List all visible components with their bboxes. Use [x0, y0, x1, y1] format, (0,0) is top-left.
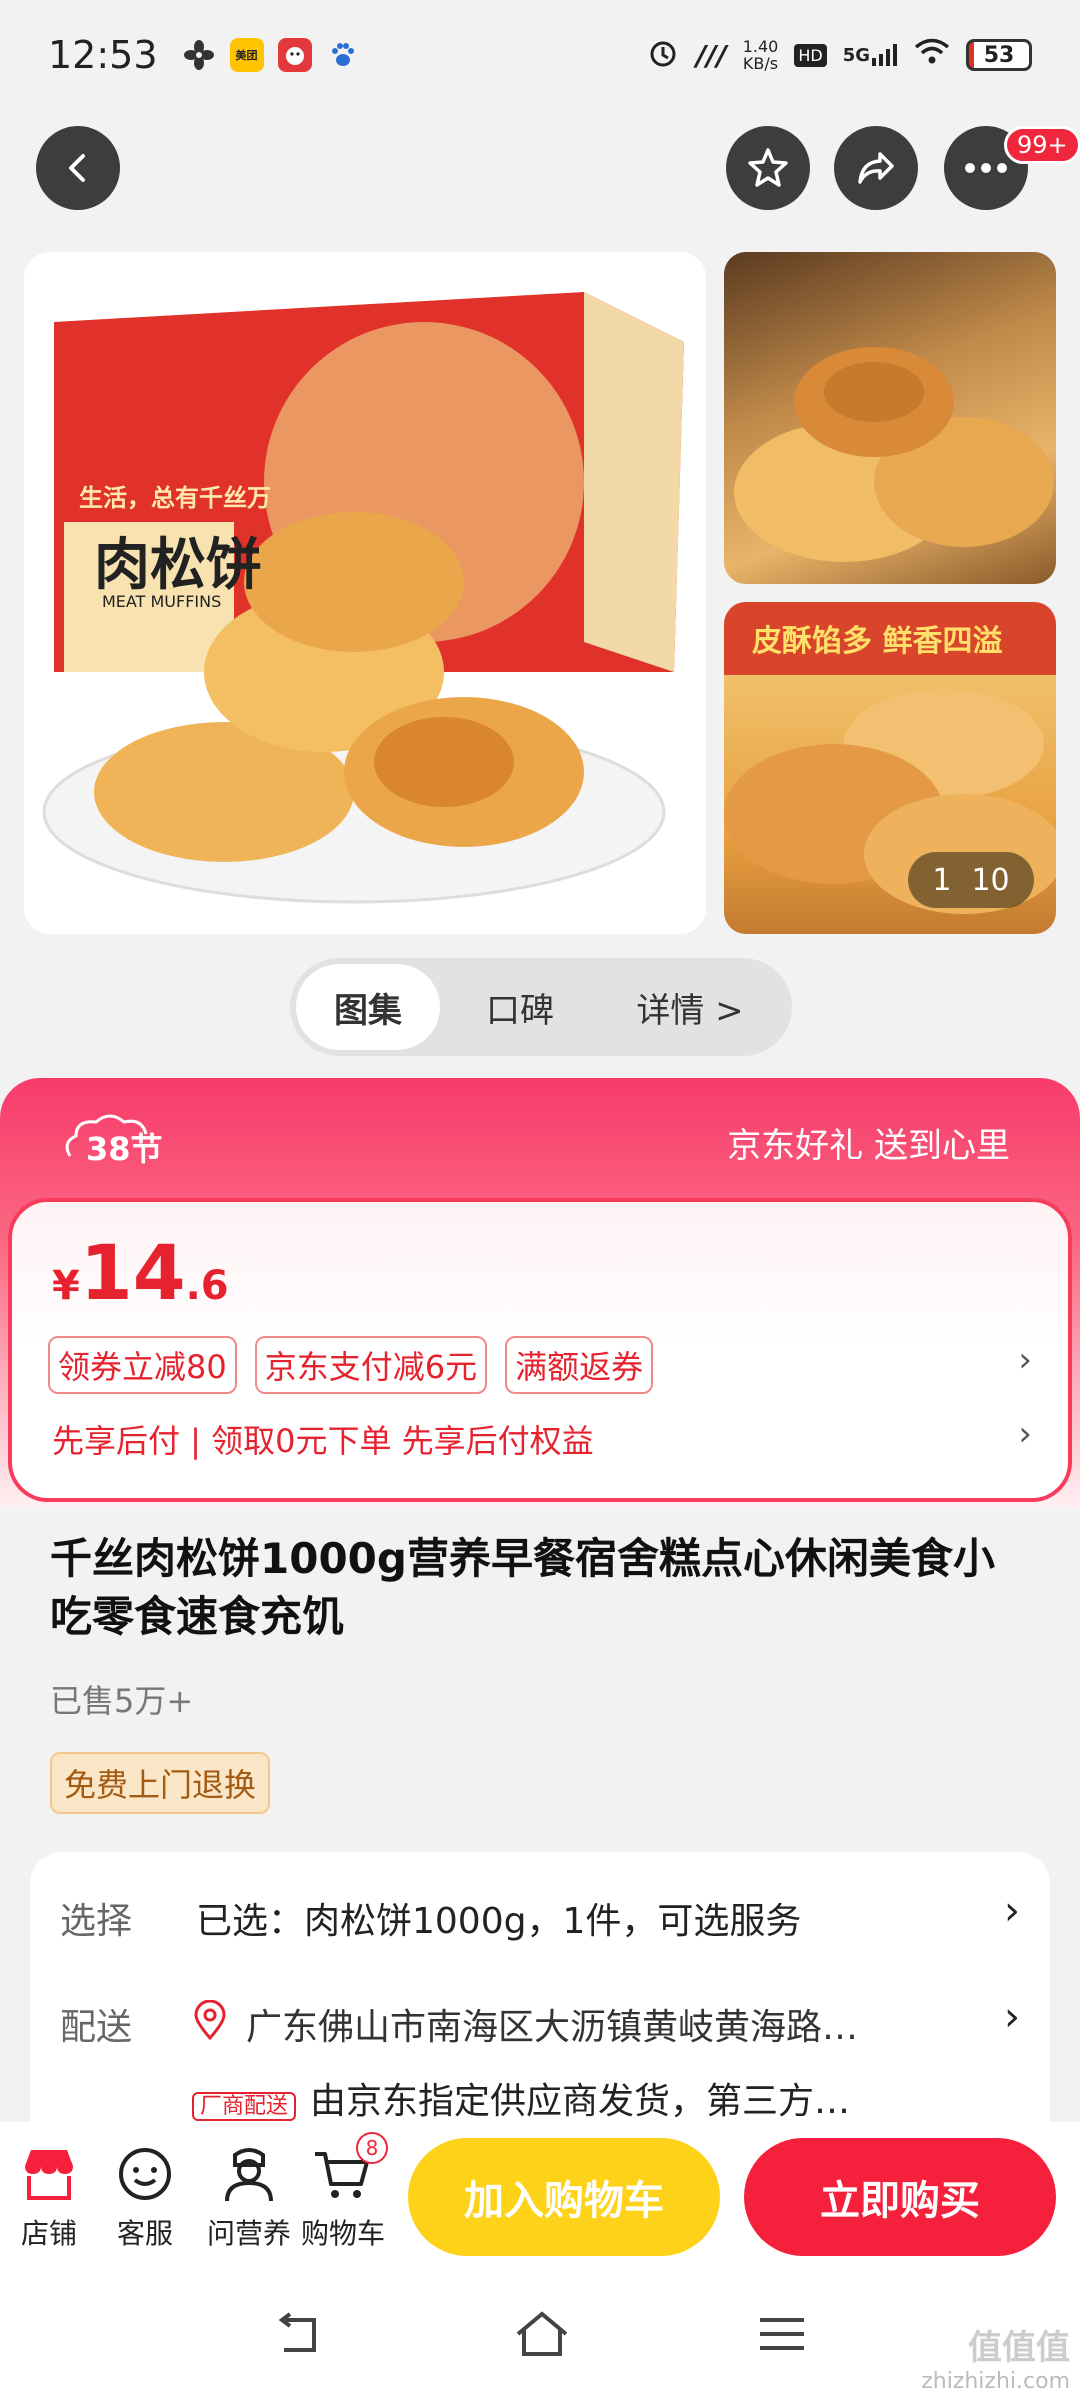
price: ¥14.6 — [52, 1228, 229, 1317]
box-slogan: 生活，总有千丝万 — [79, 484, 271, 512]
status-app-icons: 美团 — [182, 38, 360, 72]
back-button[interactable] — [36, 126, 120, 210]
tab-reviews[interactable]: 口碑 — [440, 964, 600, 1050]
coupon-row[interactable]: 领券立减80 京东支付减6元 满额返券 — [48, 1336, 654, 1394]
jd-icon — [277, 38, 312, 72]
meituan-icon: 美团 — [229, 38, 264, 72]
alarm-icon — [646, 35, 680, 75]
chevron-right-icon[interactable]: › — [1018, 1340, 1032, 1380]
home-nav-icon[interactable] — [514, 2310, 570, 2362]
delivery-tag: 厂商配送 — [192, 2092, 297, 2121]
favorite-button[interactable] — [726, 126, 810, 210]
windmill-icon — [182, 38, 216, 72]
status-right: /// 1.40 KB/s HD 5G 53 — [646, 35, 1032, 75]
store-label: 店铺 — [20, 2217, 77, 2250]
customer-service-button[interactable]: 客服 — [96, 2142, 194, 2252]
sold-count: 已售5万+ — [50, 1682, 194, 1720]
customer-service-label: 客服 — [116, 2217, 173, 2250]
pay-later-row[interactable]: 先享后付 | 领取0元下单 先享后付权益 — [52, 1416, 594, 1462]
watermark-url: zhizhizhi.com — [921, 2369, 1070, 2394]
nutritionist-label: 问营养 — [206, 2217, 291, 2250]
main-product-image[interactable]: 生活，总有千丝万 肉松饼 MEAT MUFFINS — [24, 252, 706, 934]
delivery-label: 配送 — [60, 2007, 133, 2048]
product-title: 千丝肉松饼1000g营养早餐宿舍糕点心休闲美食小吃零食速食充饥 — [50, 1534, 995, 1641]
watermark: 值值值 zhizhizhi.com — [921, 2320, 1070, 2394]
watermark-logo: 值值值 — [968, 2328, 1070, 2368]
chevron-right-icon[interactable]: › — [1018, 1414, 1032, 1454]
festival-label: 38节 — [86, 1130, 163, 1168]
battery-indicator: 53 — [966, 39, 1032, 71]
status-bar: 12:53 美团 /// 1.40 KB/s HD 5G 53 — [0, 0, 1080, 110]
delivery-row[interactable]: 配送 广东佛山市南海区大沥镇黄岐黄海路… › 厂商配送 由京东指定供应商发货，第三… — [30, 1962, 1050, 2122]
menu-nav-icon[interactable] — [758, 2314, 806, 2358]
promo-slogan: 京东好礼 送到心里 — [727, 1126, 1010, 1166]
side-banner-text: 皮酥馅多 鲜香四溢 — [752, 624, 1003, 659]
options-card: 选择 已选：肉松饼1000g，1件，可选服务 › 配送 广东佛山市南海区大沥镇黄… — [30, 1852, 1050, 2122]
delivery-note-row: 厂商配送 由京东指定供应商发货，第三方… — [192, 2072, 850, 2122]
price-decimal: .6 — [185, 1263, 229, 1309]
select-label: 选择 — [60, 1901, 133, 1942]
delivery-address: 广东佛山市南海区大沥镇黄岐黄海路… — [246, 2007, 859, 2048]
more-dots-icon — [965, 163, 1007, 173]
cart-button[interactable]: 8 购物车 — [294, 2132, 392, 2252]
tab-details[interactable]: 详情 > — [600, 964, 780, 1050]
image-counter: 1 10 — [908, 852, 1034, 908]
chevron-right-icon: › — [1004, 1888, 1020, 1934]
cart-label: 购物车 — [300, 2217, 385, 2250]
gallery-tabs: 图集 口碑 详情 > — [290, 958, 792, 1056]
nutritionist-icon — [217, 2142, 281, 2206]
chat-icon — [113, 2142, 177, 2206]
nutritionist-button[interactable]: 问营养 — [194, 2142, 304, 2252]
hd-badge: HD — [794, 43, 827, 67]
price-card: ¥14.6 领券立减80 京东支付减6元 满额返券 › 先享后付 | 领取0元下… — [8, 1198, 1072, 1502]
pastry-photo-1 — [734, 347, 1054, 562]
net-speed-unit: KB/s — [742, 54, 779, 73]
box-title: 肉松饼 — [94, 533, 262, 598]
system-navigation-bar — [0, 2272, 1080, 2400]
box-subtitle: MEAT MUFFINS — [102, 592, 222, 611]
price-integer: 14 — [79, 1228, 186, 1317]
select-row[interactable]: 选择 已选：肉松饼1000g，1件，可选服务 › — [30, 1852, 1050, 1962]
bottom-action-bar: 店铺 客服 问营养 8 购物车 加入购物车 立即购买 — [0, 2122, 1080, 2272]
more-badge: 99+ — [1004, 126, 1080, 164]
image-counter-current: 1 — [932, 862, 952, 898]
festival-badge: 38节 — [65, 1114, 163, 1168]
image-counter-total: 10 — [971, 862, 1010, 898]
star-icon — [748, 148, 788, 187]
chevron-right-icon: › — [1004, 1994, 1020, 2040]
select-value: 已选：肉松饼1000g，1件，可选服务 — [196, 1901, 802, 1942]
signal-5g: 5G — [843, 44, 898, 66]
add-to-cart-button[interactable]: 加入购物车 — [408, 2138, 720, 2256]
tab-gallery[interactable]: 图集 — [296, 964, 440, 1050]
store-icon — [17, 2142, 81, 2206]
service-tag: 免费上门退换 — [50, 1752, 271, 1814]
price-symbol: ¥ — [52, 1263, 80, 1309]
cart-count-badge: 8 — [356, 2132, 388, 2164]
network-type: 5G — [842, 45, 870, 66]
location-pin-icon — [192, 1999, 228, 2044]
thumbnail-image-1[interactable] — [724, 252, 1056, 584]
coupon-tag[interactable]: 领券立减80 — [48, 1336, 237, 1394]
buy-now-button[interactable]: 立即购买 — [744, 2138, 1056, 2256]
net-speed: 1.40 KB/s — [743, 38, 779, 72]
coupon-tag[interactable]: 京东支付减6元 — [254, 1336, 488, 1394]
status-time: 12:53 — [48, 33, 158, 77]
store-button[interactable]: 店铺 — [0, 2142, 98, 2252]
coupon-tag[interactable]: 满额返券 — [505, 1336, 654, 1394]
delivery-note: 由京东指定供应商发货，第三方… — [310, 2081, 851, 2122]
wifi-icon — [914, 38, 950, 72]
share-icon — [858, 152, 894, 184]
back-arrow-icon — [69, 154, 85, 182]
back-nav-icon[interactable] — [274, 2312, 326, 2360]
share-button[interactable] — [834, 126, 918, 210]
paw-icon — [326, 38, 360, 72]
carrier-icon: /// — [696, 38, 727, 72]
